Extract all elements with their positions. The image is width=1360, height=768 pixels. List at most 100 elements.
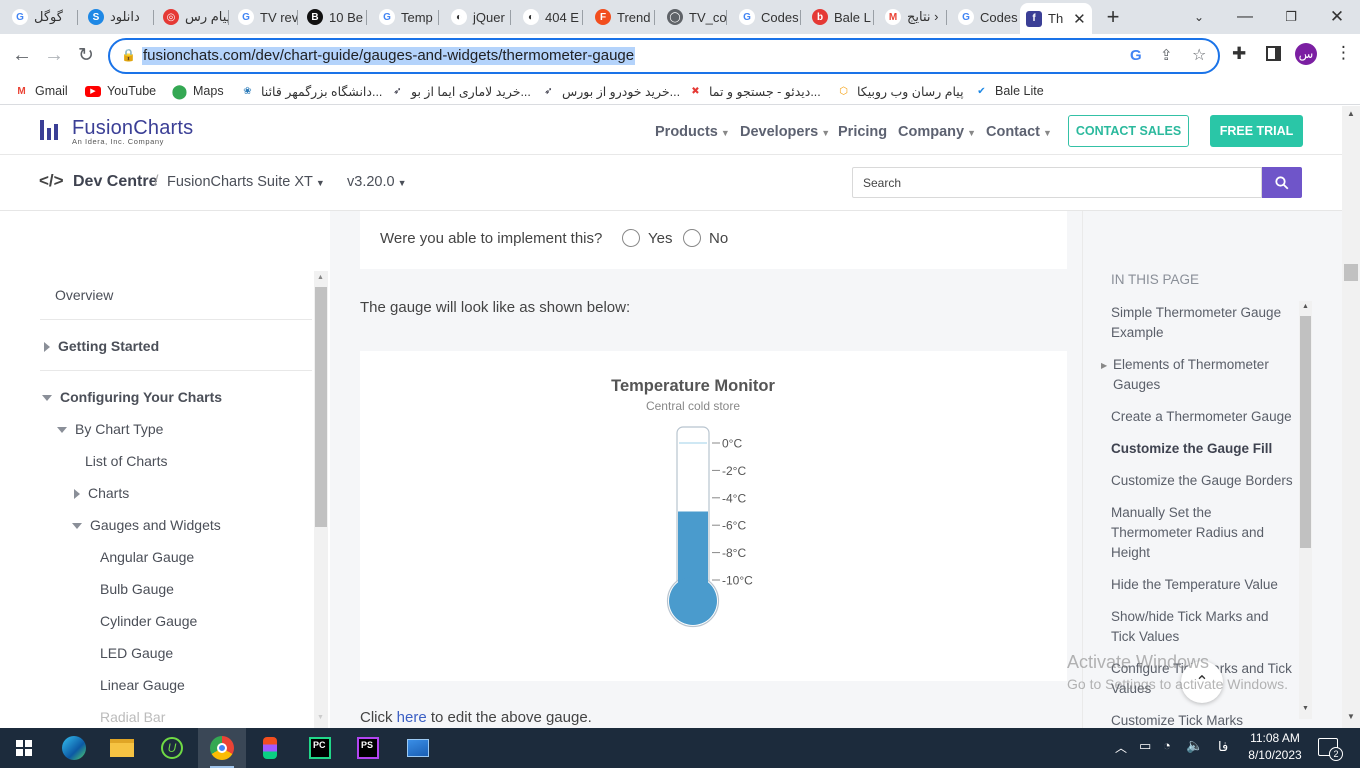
browser-tab[interactable]: G Temp xyxy=(373,3,439,31)
bookmark-university[interactable]: ❀ دانشگاه بزرگمهر قائنا... xyxy=(240,81,382,101)
browser-tab[interactable]: G Codes xyxy=(952,3,1020,31)
toc-item-active[interactable]: Customize the Gauge Fill xyxy=(1111,439,1293,459)
nav-overview[interactable]: Overview xyxy=(55,287,113,303)
browser-tab[interactable]: G Codes xyxy=(733,3,801,31)
nav-led-gauge[interactable]: LED Gauge xyxy=(100,645,173,661)
bookmark-lamari[interactable]: ➶ خرید لاماری ایما از بو... xyxy=(390,81,531,101)
browser-tab[interactable]: b Bale L xyxy=(806,3,874,31)
browser-tab-active[interactable]: f Th ✕ xyxy=(1020,3,1092,34)
minimize-icon[interactable]: — xyxy=(1222,0,1268,34)
dev-centre-link[interactable]: Dev Centre xyxy=(73,173,157,191)
nav-developers[interactable]: Developers ▼ xyxy=(740,124,830,140)
browser-tab[interactable]: ◯ TV_co xyxy=(661,3,727,31)
browser-tab[interactable]: B 10 Be xyxy=(301,3,367,31)
google-lens-icon[interactable]: G xyxy=(1130,47,1142,64)
new-tab-button[interactable]: + xyxy=(1100,4,1126,30)
url-text[interactable]: fusionchats.com/dev/chart-guide/gauges-a… xyxy=(142,47,636,65)
input-language[interactable]: فا xyxy=(1218,739,1228,755)
toc-item[interactable]: Hide the Temperature Value xyxy=(1111,575,1293,595)
toc-item[interactable]: Simple Thermometer Gauge Example xyxy=(1111,303,1293,343)
tab-search-chevron-icon[interactable]: ⌄ xyxy=(1176,0,1222,34)
edge-icon[interactable] xyxy=(50,728,98,768)
show-hidden-icons-chevron[interactable]: ︿ xyxy=(1115,739,1127,756)
phpstorm-icon[interactable]: PS xyxy=(344,728,392,768)
browser-tab[interactable]: ◎ پیام رس xyxy=(157,3,229,31)
side-panel-icon[interactable] xyxy=(1266,46,1281,61)
browser-tab[interactable]: G TV rev xyxy=(232,3,298,31)
volume-icon[interactable]: 🔈 xyxy=(1186,737,1203,754)
toc-item[interactable]: Customize the Gauge Borders xyxy=(1111,471,1293,491)
nav-contact[interactable]: Contact ▼ xyxy=(986,124,1052,140)
toc-item[interactable]: Show/hide Tick Marks and Tick Values xyxy=(1111,607,1293,647)
close-window-icon[interactable]: ✕ xyxy=(1314,0,1360,34)
toc-item[interactable]: Create a Thermometer Gauge xyxy=(1111,407,1293,427)
bookmark-maps[interactable]: ⬤ Maps xyxy=(172,81,224,101)
search-input[interactable]: Search xyxy=(852,167,1262,198)
nav-linear-gauge[interactable]: Linear Gauge xyxy=(100,677,185,693)
feedback-yes-label[interactable]: Yes xyxy=(648,230,672,247)
photos-icon[interactable] xyxy=(394,728,442,768)
nav-cylinder-gauge[interactable]: Cylinder Gauge xyxy=(100,613,197,629)
forward-icon[interactable]: → xyxy=(39,40,69,70)
feedback-no-radio[interactable] xyxy=(683,229,701,247)
bookmark-rubika[interactable]: ⬡ پیام رسان وب روبیکا xyxy=(836,81,963,101)
toc-item[interactable]: Elements of Thermometer Gauges xyxy=(1113,355,1295,395)
pycharm-icon[interactable]: PC xyxy=(296,728,344,768)
nav-radial-bar[interactable]: Radial Bar xyxy=(100,709,165,725)
battery-icon[interactable]: ▭ xyxy=(1139,738,1151,754)
file-explorer-icon[interactable] xyxy=(98,728,146,768)
extensions-icon[interactable]: ✚ xyxy=(1232,44,1246,64)
nav-pricing[interactable]: Pricing xyxy=(838,124,887,140)
nav-configuring-charts[interactable]: Configuring Your Charts xyxy=(42,389,222,405)
address-bar[interactable]: 🔒 fusionchats.com/dev/chart-guide/gauges… xyxy=(108,38,1220,74)
bookmark-star-icon[interactable]: ☆ xyxy=(1192,45,1206,65)
nav-angular-gauge[interactable]: Angular Gauge xyxy=(100,549,194,565)
nav-list-of-charts[interactable]: List of Charts xyxy=(85,453,167,469)
menu-kebab-icon[interactable]: ⋮ xyxy=(1335,44,1352,61)
back-icon[interactable]: ← xyxy=(7,40,37,70)
nav-charts[interactable]: Charts xyxy=(74,485,129,501)
bookmark-bale[interactable]: ✔ Bale Lite xyxy=(974,81,1043,101)
windows-start-icon[interactable] xyxy=(0,728,48,768)
toc-scroll-thumb[interactable] xyxy=(1300,316,1311,548)
contact-sales-button[interactable]: CONTACT SALES xyxy=(1068,115,1189,147)
browser-tab[interactable]: F Trend xyxy=(589,3,655,31)
bookmark-video[interactable]: ✖ دیدئو - جستجو و تما... xyxy=(688,81,820,101)
clock-time[interactable]: 11:08 AM xyxy=(1249,731,1301,745)
toc-scrollbar[interactable]: ▲ ▼ xyxy=(1299,301,1312,719)
bookmark-gmail[interactable]: M Gmail xyxy=(14,81,67,101)
toc-item[interactable]: Manually Set the Thermometer Radius and … xyxy=(1111,503,1293,563)
nav-bulb-gauge[interactable]: Bulb Gauge xyxy=(100,581,174,597)
clock-date[interactable]: 8/10/2023 xyxy=(1247,748,1303,762)
figma-taskbar-icon[interactable] xyxy=(246,728,294,768)
upwork-icon[interactable]: U xyxy=(148,728,196,768)
close-tab-icon[interactable]: ✕ xyxy=(1073,10,1086,28)
browser-tab[interactable]: ◐ 404 E xyxy=(517,3,583,31)
bookmark-car-market[interactable]: ➶ خرید خودرو از بورس... xyxy=(541,81,680,101)
browser-tab[interactable]: M نتایج › xyxy=(879,3,947,31)
nav-getting-started[interactable]: Getting Started xyxy=(44,338,159,354)
profile-avatar[interactable]: س xyxy=(1295,43,1317,65)
nav-products[interactable]: Products ▼ xyxy=(655,124,730,140)
network-icon[interactable]: ◔ xyxy=(1163,738,1171,753)
nav-gauges-widgets[interactable]: Gauges and Widgets xyxy=(72,517,221,533)
caret-right-icon[interactable]: ▶ xyxy=(1101,361,1107,370)
share-icon[interactable]: ⇪ xyxy=(1160,46,1173,64)
sidebar-scrollbar[interactable]: ▲ ▼ xyxy=(314,271,328,728)
nav-by-chart-type[interactable]: By Chart Type xyxy=(57,421,163,437)
suite-selector[interactable]: FusionCharts Suite XT ▼ xyxy=(167,174,325,190)
thermometer-gauge[interactable]: Temperature Monitor Central cold store 0… xyxy=(360,351,1067,681)
sidebar-scroll-thumb[interactable] xyxy=(315,287,327,527)
feedback-yes-radio[interactable] xyxy=(622,229,640,247)
restore-icon[interactable]: ❐ xyxy=(1268,0,1314,34)
bookmark-youtube[interactable]: ▶ YouTube xyxy=(85,81,156,101)
browser-tab[interactable]: S دانلود xyxy=(82,3,154,31)
search-button[interactable] xyxy=(1262,167,1302,198)
browser-tab[interactable]: ◐ jQuer xyxy=(445,3,511,31)
free-trial-button[interactable]: FREE TRIAL xyxy=(1210,115,1303,147)
chrome-icon[interactable] xyxy=(198,728,246,768)
page-scroll-thumb[interactable] xyxy=(1344,264,1358,281)
fusioncharts-logo-icon[interactable] xyxy=(40,120,60,140)
version-selector[interactable]: v3.20.0 ▼ xyxy=(347,174,407,190)
toc-item[interactable]: Customize Tick Marks xyxy=(1111,711,1293,728)
